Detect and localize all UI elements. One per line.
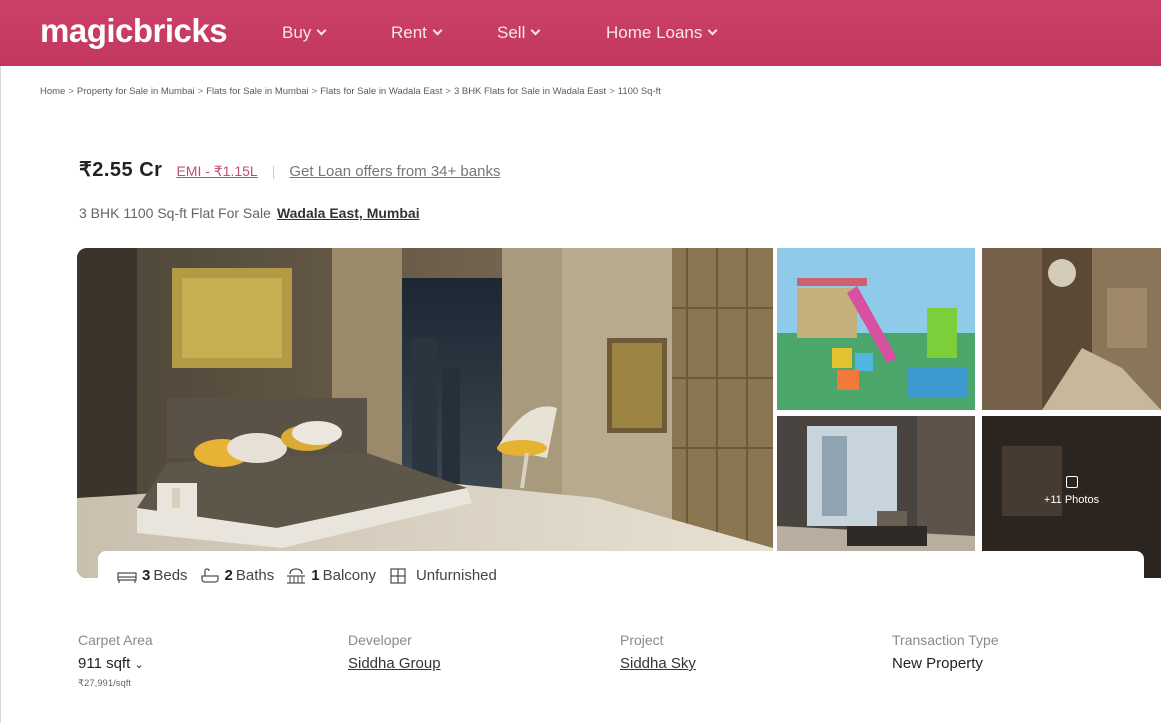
listing-title-text: 3 BHK 1100 Sq-ft Flat For Sale — [79, 205, 271, 221]
lobby-photo-illustration — [982, 248, 1161, 410]
play-area-photo-illustration — [777, 248, 975, 410]
breadcrumb-separator: > — [609, 86, 615, 97]
loan-offers-link[interactable]: Get Loan offers from 34+ banks — [289, 163, 500, 180]
breadcrumb-separator: > — [68, 86, 74, 97]
bath-icon — [200, 567, 219, 583]
summary-transaction-type: Transaction Type New Property — [892, 632, 999, 672]
thumbnail-lobby[interactable] — [982, 248, 1161, 410]
nav-rent[interactable]: Rent — [391, 23, 443, 43]
chevron-down-icon: ⌄ — [134, 659, 144, 671]
project-link[interactable]: Siddha Sky — [620, 655, 696, 672]
amenity-balcony: 1 Balcony — [286, 567, 376, 584]
nav-buy-label: Buy — [282, 23, 312, 42]
carpet-area-label: Carpet Area — [78, 632, 153, 648]
nav-rent-label: Rent — [391, 23, 427, 42]
breadcrumb-separator: > — [445, 86, 451, 97]
chevron-down-icon — [707, 25, 718, 36]
developer-link[interactable]: Siddha Group — [348, 655, 441, 672]
amenity-baths: 2 Baths — [200, 567, 275, 584]
breadcrumb-home[interactable]: Home — [40, 86, 65, 97]
bed-icon — [117, 571, 137, 583]
baths-count: 2 — [224, 567, 233, 584]
breadcrumb-flats-wadala-east[interactable]: Flats for Sale in Wadala East — [320, 86, 442, 97]
more-photos-overlay: +11 Photos — [982, 476, 1161, 506]
carpet-area-value-text: 911 sqft — [78, 655, 131, 672]
baths-label: Baths — [235, 567, 275, 584]
page-edge — [0, 0, 10, 723]
location-link[interactable]: Wadala East, Mumbai — [277, 205, 420, 221]
divider: | — [271, 163, 276, 179]
breadcrumb-current: 1100 Sq-ft — [617, 86, 661, 97]
summary-carpet-area: Carpet Area 911 sqft ⌄ ₹27,991/sqft — [78, 632, 153, 689]
nav-home-loans[interactable]: Home Loans — [606, 23, 718, 43]
camera-icon — [1065, 476, 1078, 488]
breadcrumb-separator: > — [311, 86, 318, 97]
thumbnail-play-area[interactable] — [777, 248, 975, 410]
price-row: ₹2.55 Cr EMI - ₹1.15L | Get Loan offers … — [79, 157, 500, 182]
project-label: Project — [620, 632, 664, 648]
nav-buy[interactable]: Buy — [282, 23, 327, 43]
nav-sell[interactable]: Sell — [497, 23, 541, 43]
carpet-area-value[interactable]: 911 sqft ⌄ — [78, 655, 153, 672]
breadcrumb: Home > Property for Sale in Mumbai > Flats f… — [40, 86, 661, 97]
breadcrumb-flats-sale-mumbai[interactable]: Flats for Sale in Mumbai — [206, 86, 308, 97]
furnishing-icon — [390, 567, 406, 584]
chevron-down-icon — [316, 25, 327, 36]
balcony-icon — [287, 567, 306, 584]
price-per-sqft: ₹27,991/sqft — [78, 678, 132, 689]
balcony-count: 1 — [311, 567, 320, 584]
main-photo-bedroom[interactable] — [77, 248, 773, 578]
summary-project: Project Siddha Sky — [620, 632, 696, 672]
photo-gallery: +11 Photos — [77, 248, 1161, 578]
amenity-beds: 3 Beds — [117, 567, 188, 584]
amenity-furnishing: Unfurnished — [388, 567, 497, 584]
beds-count: 3 — [142, 567, 151, 584]
amenities-strip: 3 Beds 2 Baths 1 Balcony Unfurnished — [98, 551, 1144, 600]
breadcrumb-property-sale-mumbai[interactable]: Property for Sale in Mumbai — [77, 86, 195, 97]
chevron-down-icon — [530, 25, 541, 36]
balcony-label: Balcony — [322, 567, 376, 584]
transaction-type-label: Transaction Type — [892, 632, 999, 648]
bedroom-photo-illustration — [77, 248, 773, 578]
top-navigation-bar: magicbricks Buy Rent Sell Home Loans — [0, 0, 1161, 66]
nav-home-loans-label: Home Loans — [606, 23, 703, 42]
magicbricks-logo[interactable]: magicbricks — [40, 12, 228, 50]
beds-label: Beds — [153, 567, 188, 584]
summary-developer: Developer Siddha Group — [348, 632, 441, 672]
developer-label: Developer — [348, 632, 412, 648]
chevron-down-icon — [432, 25, 443, 36]
furnishing-label: Unfurnished — [415, 567, 497, 584]
listing-price: ₹2.55 Cr — [79, 159, 163, 181]
transaction-type-value: New Property — [892, 655, 983, 672]
breadcrumb-separator: > — [197, 86, 204, 97]
listing-title: 3 BHK 1100 Sq-ft Flat For Sale Wadala Eas… — [79, 205, 420, 221]
nav-sell-label: Sell — [497, 23, 526, 42]
emi-link[interactable]: EMI - ₹1.15L — [176, 163, 257, 180]
more-photos-label: +11 Photos — [1043, 494, 1100, 506]
breadcrumb-3bhk-wadala-east[interactable]: 3 BHK Flats for Sale in Wadala East — [454, 86, 606, 97]
